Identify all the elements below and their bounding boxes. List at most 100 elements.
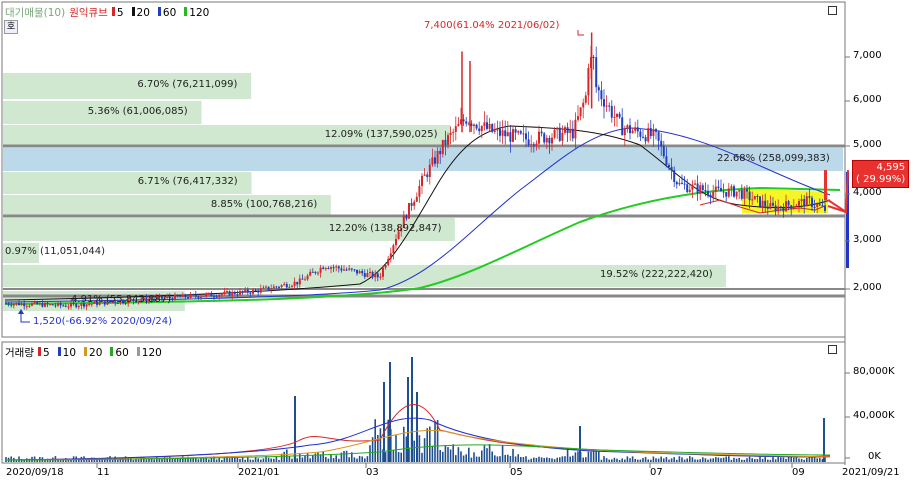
volume-bar bbox=[379, 428, 382, 462]
volume-bar bbox=[117, 459, 119, 462]
candle-body bbox=[709, 194, 712, 197]
candle-body bbox=[569, 128, 572, 134]
high-price-annotation: 7,400(61.04% 2021/06/02) bbox=[424, 20, 560, 31]
volume-bar bbox=[652, 456, 655, 462]
candle-body bbox=[493, 130, 496, 132]
candle-body bbox=[769, 203, 772, 209]
candle-body bbox=[179, 296, 182, 298]
volume-bar bbox=[275, 456, 278, 462]
volume-bar bbox=[585, 457, 587, 462]
volume-bar bbox=[774, 459, 777, 462]
candle-body bbox=[509, 132, 512, 142]
price-ma-120-legend: 120 bbox=[184, 7, 213, 19]
price-panel-minimize-button[interactable] bbox=[828, 6, 837, 15]
volume-bar bbox=[512, 448, 514, 462]
candle-body bbox=[748, 191, 751, 201]
candle-body bbox=[496, 128, 499, 131]
candle-body bbox=[805, 196, 808, 207]
volume-panel-minimize-button[interactable] bbox=[828, 345, 837, 354]
candle-body bbox=[223, 291, 226, 294]
candle-body bbox=[314, 271, 317, 274]
price-ma-120-label: 120 bbox=[189, 7, 210, 19]
volume-bar bbox=[262, 458, 265, 462]
candle-body bbox=[761, 200, 764, 207]
date-axis-label: 03 bbox=[366, 467, 379, 478]
candle-body bbox=[657, 131, 660, 141]
volume-ma-120-label: 120 bbox=[141, 347, 162, 359]
volume-bar bbox=[182, 456, 184, 462]
toggle-button[interactable]: 호 bbox=[4, 20, 18, 34]
candle-body bbox=[343, 269, 345, 271]
candle-body bbox=[62, 305, 65, 307]
candle-body bbox=[491, 123, 494, 132]
volume-profile-label: 4.91% (55,843,887) bbox=[71, 294, 172, 305]
candle-body bbox=[434, 157, 436, 164]
candle-body bbox=[202, 296, 205, 298]
volume-bar bbox=[496, 456, 499, 462]
volume-bar bbox=[439, 450, 441, 462]
candle-body bbox=[766, 206, 769, 209]
candle-body bbox=[681, 182, 683, 184]
volume-bar bbox=[267, 457, 270, 462]
volume-bar bbox=[650, 459, 652, 462]
candle-body bbox=[322, 267, 325, 270]
volume-bar bbox=[759, 456, 761, 462]
candle-body bbox=[597, 87, 600, 91]
candle-body bbox=[642, 136, 644, 138]
volume-bar bbox=[364, 458, 366, 462]
volume-bar bbox=[754, 459, 756, 462]
candle-body bbox=[59, 303, 62, 306]
volume-bar bbox=[722, 457, 725, 462]
stock-chart-window bbox=[1, 1, 850, 468]
volume-bar bbox=[725, 456, 727, 462]
candle-body bbox=[270, 288, 273, 290]
candle-body bbox=[444, 139, 447, 145]
legend-indicator: 원익큐브 bbox=[69, 7, 108, 19]
candle-body bbox=[187, 297, 189, 299]
candle-body bbox=[254, 290, 257, 292]
candle-body bbox=[790, 205, 793, 209]
volume-bar bbox=[317, 452, 319, 462]
volume-bar bbox=[665, 456, 668, 462]
candle-body bbox=[816, 204, 819, 207]
candle-body bbox=[662, 146, 665, 157]
candle-body bbox=[304, 279, 306, 281]
candle-body bbox=[353, 269, 356, 271]
candle-body bbox=[10, 304, 13, 306]
volume-bar-peak bbox=[294, 396, 296, 462]
volume-profile-label: 6.70% (76,211,099) bbox=[137, 79, 238, 90]
low-price-annotation: 1,520(-66.92% 2020/09/24) bbox=[33, 316, 172, 327]
volume-bar bbox=[676, 459, 678, 462]
volume-bar bbox=[335, 455, 337, 462]
candle-body bbox=[23, 303, 26, 307]
volume-bar bbox=[501, 445, 504, 462]
volume-bar bbox=[551, 458, 553, 462]
candle-body bbox=[665, 156, 668, 165]
candle-body bbox=[415, 196, 418, 202]
volume-bar bbox=[247, 456, 249, 462]
candle-body bbox=[369, 271, 371, 274]
volume-axis-tick: 80,000K bbox=[853, 366, 895, 377]
volume-bar bbox=[369, 445, 371, 462]
volume-bar bbox=[491, 451, 493, 462]
volume-bar bbox=[605, 458, 608, 462]
volume-bar bbox=[322, 451, 324, 462]
volume-bar bbox=[592, 451, 595, 462]
volume-bar bbox=[756, 459, 759, 462]
volume-profile-label: 12.20% (138,892,847) bbox=[328, 222, 442, 234]
candle-body bbox=[350, 268, 353, 270]
candle-body bbox=[332, 267, 335, 269]
candle-body bbox=[233, 291, 236, 295]
candle-body bbox=[694, 183, 696, 185]
volume-bar bbox=[647, 459, 649, 462]
candle-body bbox=[577, 116, 579, 120]
candle-body bbox=[49, 304, 52, 306]
volume-ma-5-legend: 5 bbox=[37, 347, 54, 359]
candle-body bbox=[764, 200, 767, 207]
candle-body bbox=[327, 268, 330, 270]
volume-bar bbox=[603, 456, 605, 462]
candle-body bbox=[181, 294, 184, 297]
volume-bar bbox=[782, 457, 785, 462]
candle-body bbox=[811, 197, 813, 207]
volume-bar bbox=[447, 447, 449, 462]
